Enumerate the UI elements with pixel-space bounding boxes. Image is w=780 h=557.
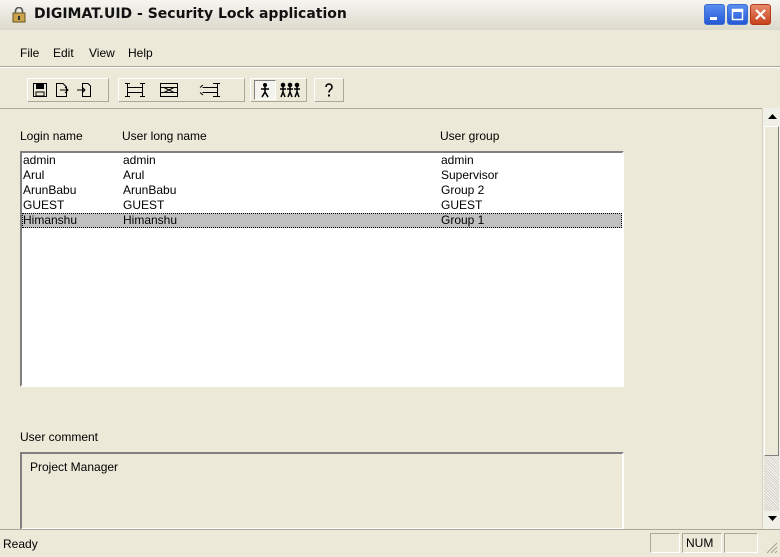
edit-entry-icon [160, 83, 178, 97]
security-lock-app-icon [11, 6, 27, 23]
menu-view[interactable]: View [89, 46, 115, 60]
column-header-user-group[interactable]: User group [440, 129, 499, 143]
user-row-arunbabu[interactable]: ArunBabu ArunBabu Group 2 [22, 183, 622, 198]
scroll-down-icon [767, 516, 777, 521]
minimize-button[interactable] [704, 4, 725, 25]
resize-grip-icon[interactable] [764, 540, 778, 554]
scroll-down-button[interactable] [764, 511, 780, 527]
help-button[interactable] [318, 80, 340, 100]
status-pane-caps [650, 533, 680, 553]
menu-bar: File Edit View Help [0, 30, 780, 66]
user-group-cell: Group 2 [441, 183, 485, 197]
long-name-cell: Arul [123, 168, 145, 182]
status-pane-num: NUM [682, 533, 722, 553]
status-pane-scrl [724, 533, 758, 553]
user-row-arul[interactable]: Arul Arul Supervisor [22, 168, 622, 183]
menu-help[interactable]: Help [128, 46, 153, 60]
delete-entry-icon [199, 83, 220, 97]
login-name-cell: Himanshu [23, 213, 78, 227]
user-group-cell: GUEST [441, 198, 483, 212]
maximize-icon [731, 8, 744, 21]
long-name-cell: GUEST [123, 198, 165, 212]
login-name-cell: Arul [23, 168, 45, 182]
long-name-cell: ArunBabu [123, 183, 177, 197]
minimize-icon [710, 17, 717, 20]
save-icon [33, 83, 47, 97]
export-button[interactable] [51, 80, 73, 100]
export-icon [56, 83, 69, 97]
title-bar[interactable]: DIGIMAT.UID - Security Lock application [0, 0, 780, 31]
status-text: Ready [3, 537, 38, 551]
help-icon [325, 83, 333, 97]
import-icon [77, 83, 91, 97]
menu-edit[interactable]: Edit [53, 46, 74, 60]
scroll-up-icon [767, 114, 777, 119]
close-icon [755, 9, 766, 20]
user-row-himanshu[interactable]: Himanshu Himanshu Group 1 [22, 213, 622, 228]
long-name-cell: admin [123, 153, 156, 167]
login-name-cell: ArunBabu [23, 183, 77, 197]
user-group-cell: Supervisor [441, 168, 499, 182]
menu-file[interactable]: File [20, 46, 39, 60]
client-area: Login name User long name User group adm… [0, 108, 762, 530]
single-user-button[interactable] [254, 80, 276, 100]
vertical-scrollbar[interactable] [762, 108, 780, 529]
close-button[interactable] [750, 4, 771, 25]
user-icon [261, 83, 269, 98]
maximize-button[interactable] [727, 4, 748, 25]
delete-entry-button[interactable] [188, 80, 232, 100]
column-header-login-name[interactable]: Login name [20, 129, 83, 143]
users-group-icon [280, 82, 300, 98]
column-header-user-long-name[interactable]: User long name [122, 129, 207, 143]
edit-entry-button[interactable] [150, 80, 188, 100]
user-list[interactable]: admin admin admin Arul Arul Supervisor A… [20, 151, 624, 387]
user-group-cell: Group 1 [441, 213, 485, 227]
user-row-guest[interactable]: GUEST GUEST GUEST [22, 198, 622, 213]
scroll-thumb[interactable] [764, 126, 779, 456]
user-comment-text: Project Manager [30, 460, 119, 474]
save-button[interactable] [29, 80, 51, 100]
scroll-track[interactable] [764, 456, 779, 511]
user-group-cell: admin [441, 153, 474, 167]
toolbar [0, 68, 780, 108]
status-bar: Ready NUM [0, 529, 780, 557]
user-comment-field[interactable]: Project Manager [20, 452, 624, 530]
login-name-cell: GUEST [23, 198, 65, 212]
long-name-cell: Himanshu [123, 213, 178, 227]
import-button[interactable] [73, 80, 95, 100]
login-name-cell: admin [23, 153, 56, 167]
scroll-up-button[interactable] [764, 109, 780, 125]
user-group-button[interactable] [276, 80, 304, 100]
window-title: DIGIMAT.UID - Security Lock application [34, 6, 347, 22]
user-row-admin[interactable]: admin admin admin [22, 153, 622, 168]
user-comment-label: User comment [20, 430, 99, 444]
add-entry-icon [125, 83, 145, 97]
add-entry-button[interactable] [120, 80, 150, 100]
